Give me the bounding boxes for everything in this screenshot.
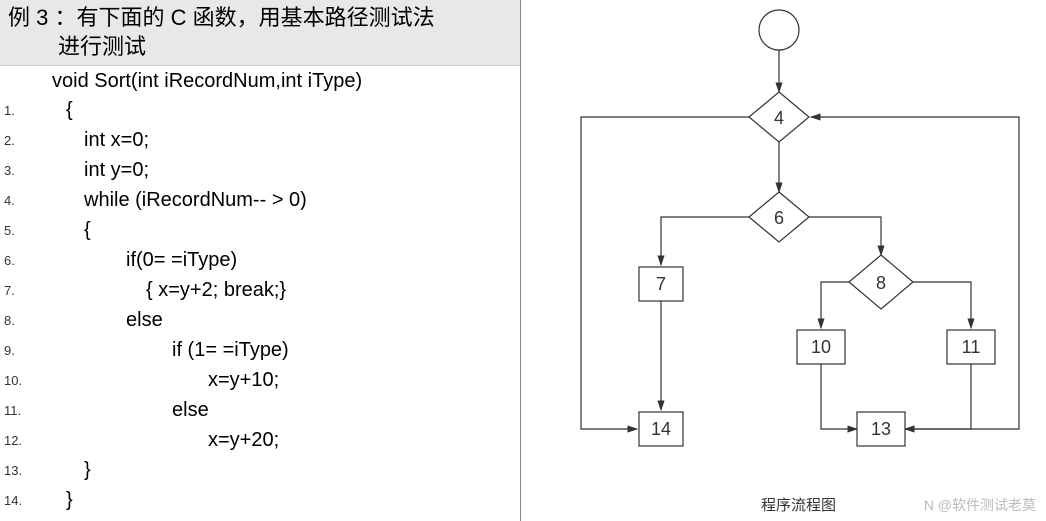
line-number: 9. — [0, 343, 28, 358]
code-line-1: 1. { — [0, 95, 520, 125]
line-number: 6. — [0, 253, 28, 268]
code-line-14: 14. } — [0, 485, 520, 515]
line-number: 1. — [0, 103, 28, 118]
flowchart-svg: 4 6 7 14 8 10 11 — [521, 0, 1046, 521]
code-text: { — [28, 99, 73, 122]
code-text: { — [28, 219, 91, 242]
code-line-2: 2. int x=0; — [0, 125, 520, 155]
title-line-2: 进行测试 — [8, 33, 512, 62]
node-11-label: 11 — [962, 337, 981, 357]
node-8-label: 8 — [876, 273, 886, 293]
code-text: if (1= =iType) — [28, 339, 289, 362]
code-text: else — [28, 309, 163, 332]
flowchart-caption: 程序流程图 — [761, 494, 836, 515]
line-number: 8. — [0, 313, 28, 328]
node-7-label: 7 — [656, 274, 666, 294]
function-signature: void Sort(int iRecordNum,int iType) — [0, 68, 520, 95]
node-10-label: 10 — [811, 337, 831, 357]
code-line-4: 4. while (iRecordNum-- > 0) — [0, 185, 520, 215]
line-number: 14. — [0, 493, 28, 508]
code-line-10: 10. x=y+10; — [0, 365, 520, 395]
code-text: int y=0; — [28, 159, 149, 182]
line-number: 4. — [0, 193, 28, 208]
node-14-label: 14 — [651, 419, 671, 439]
line-number: 11. — [0, 403, 28, 418]
code-line-5: 5. { — [0, 215, 520, 245]
watermark-text: N @软件测试老莫 — [924, 495, 1036, 515]
code-line-12: 12. x=y+20; — [0, 425, 520, 455]
code-text: } — [28, 489, 73, 512]
example-title: 例 3 ：有下面的 C 函数，用基本路径测试法 进行测试 — [0, 0, 520, 66]
code-line-6: 6. if(0= =iType) — [0, 245, 520, 275]
code-text: int x=0; — [28, 129, 149, 152]
code-text: if(0= =iType) — [28, 249, 237, 272]
code-text: x=y+10; — [28, 369, 279, 392]
code-line-13: 13. } — [0, 455, 520, 485]
code-line-8: 8. else — [0, 305, 520, 335]
code-panel: 例 3 ：有下面的 C 函数，用基本路径测试法 进行测试 void Sort(i… — [0, 0, 520, 521]
node-13-label: 13 — [871, 419, 891, 439]
node-4-label: 4 — [774, 108, 784, 128]
line-number: 7. — [0, 283, 28, 298]
line-number: 13. — [0, 463, 28, 478]
code-line-11: 11. else — [0, 395, 520, 425]
code-line-9: 9. if (1= =iType) — [0, 335, 520, 365]
line-number: 10. — [0, 373, 28, 388]
code-text: { x=y+2; break;} — [28, 279, 286, 302]
flowchart-panel: 4 6 7 14 8 10 11 — [520, 0, 1046, 521]
line-number: 2. — [0, 133, 28, 148]
line-number: 12. — [0, 433, 28, 448]
line-number: 3. — [0, 163, 28, 178]
code-text: } — [28, 459, 91, 482]
code-text: while (iRecordNum-- > 0) — [28, 189, 307, 212]
code-text: x=y+20; — [28, 429, 279, 452]
code-text: else — [28, 399, 209, 422]
title-line-1: 例 3 ：有下面的 C 函数，用基本路径测试法 — [8, 4, 512, 33]
code-line-7: 7. { x=y+2; break;} — [0, 275, 520, 305]
code-line-3: 3. int y=0; — [0, 155, 520, 185]
node-6-label: 6 — [774, 208, 784, 228]
line-number: 5. — [0, 223, 28, 238]
code-listing: void Sort(int iRecordNum,int iType) 1. {… — [0, 66, 520, 515]
